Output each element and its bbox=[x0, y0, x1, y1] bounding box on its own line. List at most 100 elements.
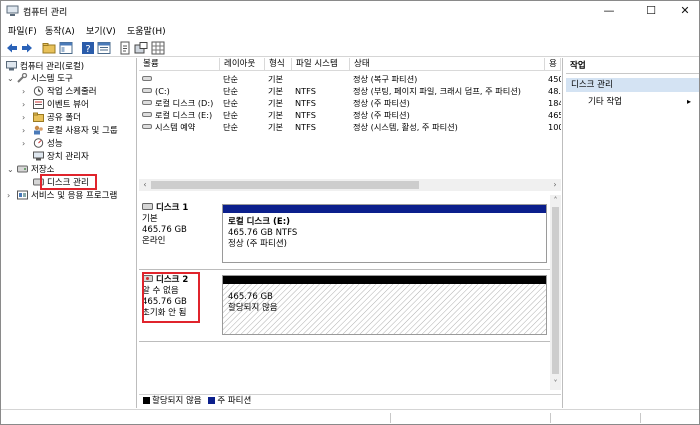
legend-primary: 주 파티션 bbox=[208, 396, 251, 406]
navigation-tree: 컴퓨터 관리(로컬) ⌄ 시스템 도구 › 작업 스케줄러 › 이벤트 뷰어 ›… bbox=[2, 58, 137, 408]
properties-icon[interactable] bbox=[97, 41, 111, 55]
disk-1-name: 디스크 1 bbox=[156, 203, 189, 213]
shared-folder-icon bbox=[33, 112, 44, 122]
tree-label-event-viewer: 이벤트 뷰어 bbox=[47, 100, 89, 110]
legend-swatch-unallocated bbox=[143, 397, 150, 404]
disk-2-partition[interactable]: 465.76 GB 할당되지 않음 bbox=[222, 275, 547, 335]
column-header-layout[interactable]: 레이아웃 bbox=[220, 58, 265, 71]
forward-arrow-icon[interactable] bbox=[20, 41, 34, 55]
maximize-button[interactable]: ☐ bbox=[637, 1, 665, 21]
type-cell: 기본 bbox=[268, 110, 284, 120]
close-button[interactable]: ✕ bbox=[671, 1, 699, 21]
submenu-arrow-icon[interactable]: ▸ bbox=[687, 96, 691, 108]
more-actions-item[interactable]: 기타 작업 bbox=[588, 96, 622, 108]
menu-action[interactable]: 동작(A) bbox=[45, 24, 75, 37]
tree-label-shared-folders: 공유 폴더 bbox=[47, 113, 81, 123]
capacity-cell: 450 bbox=[548, 74, 561, 84]
status-cell: 정상 (시스템, 활성, 주 파티션) bbox=[353, 122, 458, 132]
tree-item-system-tools[interactable]: 시스템 도구 bbox=[17, 73, 73, 85]
tree-item-task-scheduler[interactable]: 작업 스케줄러 bbox=[33, 86, 97, 98]
collapsed-arrow-icon[interactable]: › bbox=[7, 190, 10, 202]
layout-cell: 단순 bbox=[223, 74, 239, 84]
table-row[interactable]: 단순 기본 정상 (복구 파티션) 450 bbox=[139, 74, 561, 84]
tools-icon bbox=[17, 73, 28, 83]
table-row[interactable]: 로컬 디스크 (D:) 단순 기본 NTFS 정상 (주 파티션) 184 bbox=[139, 98, 561, 108]
event-viewer-icon bbox=[33, 99, 44, 109]
scrollbar-thumb[interactable] bbox=[151, 181, 419, 189]
volume-icon bbox=[142, 124, 152, 129]
tree-item-device-manager[interactable]: 장치 관리자 bbox=[33, 151, 89, 163]
services-icon bbox=[17, 190, 28, 200]
minimize-button[interactable]: — bbox=[595, 1, 623, 21]
column-header-type[interactable]: 형식 bbox=[265, 58, 292, 71]
disk-1-kind: 기본 bbox=[142, 214, 158, 224]
help-icon[interactable]: ? bbox=[81, 41, 95, 55]
menu-view[interactable]: 보기(V) bbox=[86, 24, 116, 37]
collapsed-arrow-icon[interactable]: › bbox=[22, 99, 25, 111]
scrollbar-thumb[interactable] bbox=[552, 207, 559, 374]
table-row[interactable]: (C:) 단순 기본 NTFS 정상 (부팅, 페이지 파일, 크래시 덤프, … bbox=[139, 86, 561, 96]
table-row[interactable]: 시스템 예약 단순 기본 NTFS 정상 (시스템, 활성, 주 파티션) 10… bbox=[139, 122, 561, 132]
tree-item-local-users[interactable]: 로컬 사용자 및 그룹 bbox=[33, 125, 118, 137]
column-header-volume[interactable]: 볼륨 bbox=[139, 58, 220, 71]
collapsed-arrow-icon[interactable]: › bbox=[22, 138, 25, 150]
menu-help[interactable]: 도움말(H) bbox=[127, 24, 166, 37]
computer-icon bbox=[6, 61, 17, 71]
volume-icon bbox=[142, 112, 152, 117]
collapsed-arrow-icon[interactable]: › bbox=[22, 86, 25, 98]
capacity-cell: 100 bbox=[548, 122, 561, 132]
tree-item-services-apps[interactable]: 서비스 및 응용 프로그램 bbox=[17, 190, 117, 202]
toolbar: ? bbox=[1, 39, 699, 57]
back-arrow-icon[interactable] bbox=[5, 41, 19, 55]
refresh-icon[interactable] bbox=[118, 41, 132, 55]
scroll-up-icon[interactable]: ˄ bbox=[550, 195, 561, 207]
status-segment bbox=[551, 413, 641, 423]
type-cell: 기본 bbox=[268, 86, 284, 96]
tree-item-event-viewer[interactable]: 이벤트 뷰어 bbox=[33, 99, 89, 111]
disk-divider bbox=[139, 269, 551, 270]
column-header-filesystem[interactable]: 파일 시스템 bbox=[292, 58, 350, 71]
column-header-status[interactable]: 상태 bbox=[350, 58, 545, 71]
legend-unallocated: 할당되지 않음 bbox=[143, 396, 202, 406]
layout-cell: 단순 bbox=[223, 122, 239, 132]
tree-label-services-apps: 서비스 및 응용 프로그램 bbox=[31, 191, 118, 201]
tree-label-device-manager: 장치 관리자 bbox=[47, 152, 89, 162]
tree-label-root: 컴퓨터 관리(로컬) bbox=[20, 62, 85, 72]
menu-bar: 파일(F) 동작(A) 보기(V) 도움말(H) bbox=[1, 22, 699, 38]
settings-icon[interactable] bbox=[134, 41, 148, 55]
disk-1-partition[interactable]: 로컬 디스크 (E:) 465.76 GB NTFS 정상 (주 파티션) bbox=[222, 204, 547, 263]
filesystem-cell: NTFS bbox=[295, 98, 316, 108]
expand-arrow-icon[interactable]: ⌄ bbox=[7, 73, 14, 85]
scroll-right-icon[interactable]: › bbox=[549, 179, 561, 191]
volume-icon bbox=[142, 76, 152, 81]
status-cell: 정상 (부팅, 페이지 파일, 크래시 덤프, 주 파티션) bbox=[353, 86, 521, 96]
table-row[interactable]: 로컬 디스크 (E:) 단순 기본 NTFS 정상 (주 파티션) 465 bbox=[139, 110, 561, 120]
filesystem-cell: NTFS bbox=[295, 86, 316, 96]
vertical-scrollbar[interactable]: ˄ ˅ bbox=[550, 195, 561, 390]
grid-icon[interactable] bbox=[151, 41, 165, 55]
tree-item-performance[interactable]: 성능 bbox=[33, 138, 63, 150]
collapsed-arrow-icon[interactable]: › bbox=[22, 112, 25, 124]
tree-item-root[interactable]: 컴퓨터 관리(로컬) bbox=[6, 61, 84, 73]
tree-item-shared-folders[interactable]: 공유 폴더 bbox=[33, 112, 81, 124]
capacity-cell: 48.0 bbox=[548, 86, 561, 96]
volume-cell: 로컬 디스크 (D:) bbox=[142, 98, 220, 108]
title-bar[interactable]: 컴퓨터 관리 — ☐ ✕ bbox=[1, 1, 699, 21]
horizontal-scrollbar[interactable]: ‹ › bbox=[139, 179, 561, 191]
up-folder-icon[interactable] bbox=[42, 41, 56, 55]
tree-label-task-scheduler: 작업 스케줄러 bbox=[47, 87, 97, 97]
highlight-box-disk-management bbox=[40, 174, 97, 190]
console-tree-icon[interactable] bbox=[59, 41, 73, 55]
collapsed-arrow-icon[interactable]: › bbox=[22, 125, 25, 137]
status-segment bbox=[1, 413, 391, 423]
actions-header: 작업 bbox=[566, 58, 699, 74]
scroll-left-icon[interactable]: ‹ bbox=[139, 179, 151, 191]
expand-arrow-icon[interactable]: ⌄ bbox=[7, 164, 14, 176]
menu-file[interactable]: 파일(F) bbox=[8, 24, 37, 37]
scroll-down-icon[interactable]: ˅ bbox=[550, 378, 561, 390]
actions-pane: 작업 디스크 관리 기타 작업 ▸ bbox=[566, 58, 699, 408]
capacity-cell: 184 bbox=[548, 98, 561, 108]
disk-1-label[interactable]: 디스크 1 기본 465.76 GB 온라인 bbox=[142, 203, 220, 247]
actions-section-disk-management[interactable]: 디스크 관리 bbox=[566, 78, 699, 92]
column-header-capacity[interactable]: 용 bbox=[545, 58, 561, 71]
